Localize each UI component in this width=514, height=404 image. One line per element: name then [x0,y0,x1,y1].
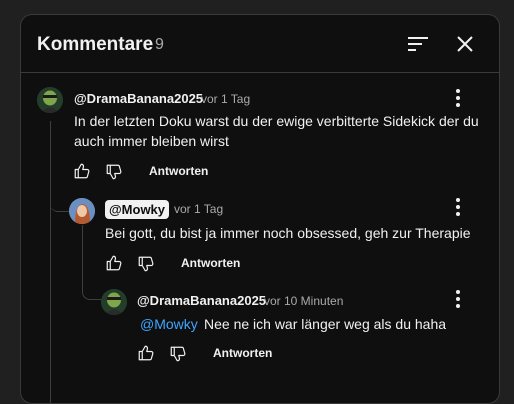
thumbs-down-icon[interactable] [169,345,187,363]
more-options-icon[interactable] [455,88,461,108]
avatar[interactable] [69,198,95,224]
comment-author[interactable]: @DramaBanana2025 [137,293,266,308]
thread-connector-1 [50,121,70,212]
reply-button[interactable]: Antworten [149,164,208,178]
mention-link[interactable]: @Mowky [140,314,198,334]
avatar[interactable] [37,87,63,113]
comments-header: Kommentare 9 [21,15,499,73]
comment-text-line: Bei gott, du bist ja immer noch obsessed… [105,225,471,241]
comment-text: Nee ne ich war länger weg als du haha [204,316,447,332]
thumbs-down-icon[interactable] [137,255,155,273]
comments-title: Kommentare [37,34,154,55]
alien-avatar-icon [37,87,63,113]
comment-text-line: auch immer bleiben wirst [74,133,229,149]
thumbs-down-icon[interactable] [105,163,123,181]
comment-author[interactable]: @Mowky [105,200,170,219]
alien-avatar-icon [101,289,127,315]
reply-button[interactable]: Antworten [213,346,272,360]
thread-connector-2 [82,225,101,300]
more-options-icon[interactable] [455,289,461,309]
comment-text-line: In der letzten Doku warst du der ewige v… [74,113,479,129]
reply-button[interactable]: Antworten [181,256,240,270]
thumbs-up-icon[interactable] [73,162,91,180]
thumbs-up-icon[interactable] [105,254,123,272]
sort-icon[interactable] [406,32,430,56]
comments-panel: Kommentare 9 @DramaBanana2025 vor 1 Tag [20,14,500,404]
user-avatar-icon [69,198,95,224]
avatar[interactable] [101,289,127,315]
thumbs-up-icon[interactable] [137,344,155,362]
comment-time[interactable]: vor 1 Tag [201,92,250,106]
comment-author[interactable]: @DramaBanana2025 [74,91,203,106]
comments-count: 9 [155,36,164,53]
close-icon[interactable] [453,32,477,56]
comment-time[interactable]: vor 1 Tag [174,202,223,216]
comment-time[interactable]: vor 10 Minuten [264,294,343,308]
more-options-icon[interactable] [455,197,461,217]
